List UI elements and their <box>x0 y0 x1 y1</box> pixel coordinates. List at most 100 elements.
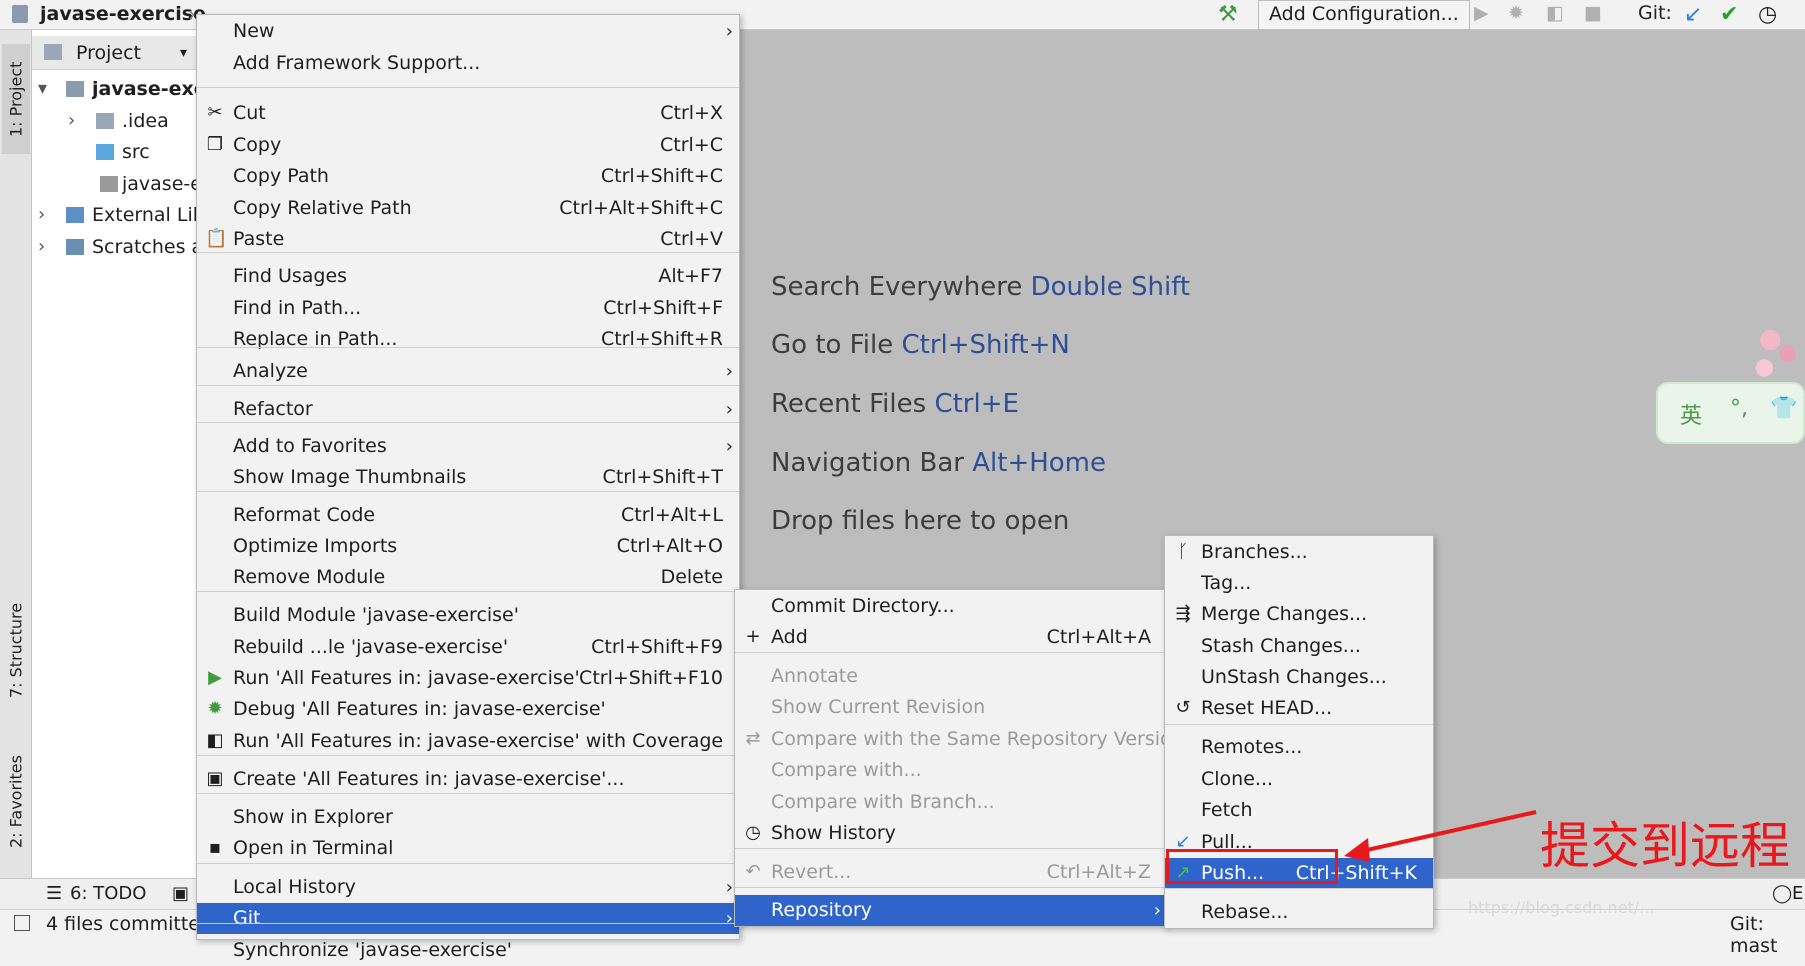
ctx-item-find-usages[interactable]: Find Usages Alt+F7 <box>197 261 739 292</box>
git-item-show-history[interactable]: ◷ Show History <box>735 818 1167 849</box>
chevron-down-icon[interactable]: ▾ <box>180 36 187 70</box>
folder-icon <box>66 207 84 223</box>
show-history-icon: ◷ <box>745 822 761 843</box>
menu-item-label: Analyze <box>233 360 308 382</box>
stop-icon[interactable]: ■ <box>1584 2 1602 26</box>
repo-item-tag[interactable]: Tag... <box>1165 568 1433 599</box>
coverage-icon[interactable]: ◧ <box>1546 2 1564 26</box>
ime-widget[interactable]: 英 °, 👕 <box>1656 382 1805 444</box>
project-panel-header[interactable]: Project ▾ <box>32 36 196 70</box>
menu-item-label: New <box>233 20 275 42</box>
ctx-item-remove-module[interactable]: Remove Module Delete <box>197 562 739 593</box>
status-toggle-icon[interactable] <box>14 915 30 931</box>
ctx-item-show-image-thumbnails[interactable]: Show Image Thumbnails Ctrl+Shift+T <box>197 462 739 493</box>
menu-item-label: Compare with... <box>771 759 922 781</box>
ctx-item-show-in-explorer[interactable]: Show in Explorer <box>197 802 739 833</box>
event-log-icon[interactable]: ◯ <box>1772 883 1792 904</box>
menu-item-shortcut: Ctrl+Alt+Shift+C <box>559 197 723 219</box>
ime-skin-icon[interactable]: 👕 <box>1770 396 1797 421</box>
git-item-commit-directory[interactable]: Commit Directory... <box>735 591 1167 622</box>
menu-item-label: Clone... <box>1201 768 1274 790</box>
ctx-item-rebuild-le-javase-exercise[interactable]: Rebuild ...le 'javase-exercise' Ctrl+Shif… <box>197 632 739 663</box>
ctx-item-reformat-code[interactable]: Reformat Code Ctrl+Alt+L <box>197 500 739 531</box>
tree-item-src[interactable]: src <box>122 138 196 166</box>
terminal-icon[interactable]: ▣ <box>172 883 189 904</box>
chevron-right-icon: › <box>1153 900 1161 921</box>
run-icon[interactable]: ▶ <box>1474 2 1489 26</box>
git-update-icon[interactable]: ↙ <box>1684 2 1702 27</box>
tab-favorites[interactable]: 2: Favorites <box>2 742 30 862</box>
ctx-item-find-in-path[interactable]: Find in Path... Ctrl+Shift+F <box>197 293 739 324</box>
chevron-right-icon[interactable]: › <box>38 233 45 261</box>
chevron-right-icon: › <box>725 399 733 420</box>
repo-item-clone[interactable]: Clone... <box>1165 764 1433 795</box>
menu-separator <box>197 755 739 756</box>
ctx-item-git[interactable]: Git › <box>197 903 739 934</box>
build-hammer-icon[interactable]: ⚒ <box>1218 2 1238 27</box>
ctx-item-run-all-features-in-javase-exercise[interactable]: ▶ Run 'All Features in: javase-exercise' C… <box>197 663 739 694</box>
ctx-item-local-history[interactable]: Local History › <box>197 872 739 903</box>
repo-item-stash-changes[interactable]: Stash Changes... <box>1165 631 1433 662</box>
ctx-item-debug-all-features-in-javase-exercise[interactable]: ✹ Debug 'All Features in: javase-exercise… <box>197 694 739 725</box>
git-commit-icon[interactable]: ✔ <box>1720 2 1738 27</box>
tree-item-javase-e[interactable]: javase-e <box>122 170 196 198</box>
ctx-item-open-in-terminal[interactable]: ▪ Open in Terminal <box>197 833 739 864</box>
ime-language-label[interactable]: 英 <box>1680 398 1702 430</box>
ctx-item-refactor[interactable]: Refactor › <box>197 394 739 425</box>
menu-separator <box>197 252 739 253</box>
tree-item-idea[interactable]: .idea <box>122 107 196 135</box>
menu-item-label: Open in Terminal <box>233 837 394 859</box>
git-item-add[interactable]: + Add Ctrl+Alt+A <box>735 622 1167 653</box>
project-folder-icon <box>12 5 28 23</box>
annotation-arrow-icon <box>1344 810 1537 862</box>
chevron-right-icon[interactable]: › <box>38 201 45 229</box>
git-item-compare-with: Compare with... <box>735 755 1167 786</box>
menu-item-shortcut: Ctrl+X <box>660 102 723 124</box>
repo-item-unstash-changes[interactable]: UnStash Changes... <box>1165 662 1433 693</box>
tab-structure[interactable]: 7: Structure <box>2 590 30 710</box>
ime-punct-label[interactable]: °, <box>1730 396 1748 421</box>
git-branch-widget[interactable]: Git: mast <box>1730 913 1805 957</box>
ctx-item-create-all-features-in-javase-exercise[interactable]: ▣ Create 'All Features in: javase-exercis… <box>197 764 739 795</box>
git-history-icon[interactable]: ◷ <box>1758 2 1777 27</box>
add-configuration-button[interactable]: Add Configuration... <box>1258 0 1470 30</box>
menu-item-label: Add to Favorites <box>233 435 387 457</box>
ctx-item-build-module-javase-exercise[interactable]: Build Module 'javase-exercise' <box>197 600 739 631</box>
tree-item-scratches-ar[interactable]: Scratches ar <box>92 233 196 261</box>
menu-item-label: Synchronize 'javase-exercise' <box>233 939 512 961</box>
tab-project[interactable]: 1: Project <box>2 44 30 154</box>
ctx-item-run-all-features-in-javase-exercise-with-coverage[interactable]: ◧ Run 'All Features in: javase-exercise' … <box>197 726 739 757</box>
repo-item-reset-head[interactable]: ↺ Reset HEAD... <box>1165 693 1433 724</box>
ctx-item-synchronize-javase-exercise[interactable]: Synchronize 'javase-exercise' <box>197 935 739 966</box>
menu-item-label: Paste <box>233 228 285 250</box>
breadcrumb-project[interactable]: javase-exercise <box>40 3 206 25</box>
chevron-down-icon[interactable]: ▾ <box>38 75 47 103</box>
menu-item-label: Branches... <box>1201 541 1308 563</box>
ctx-item-replace-in-path[interactable]: Replace in Path... Ctrl+Shift+R <box>197 324 739 355</box>
ctx-item-new[interactable]: New › <box>197 16 739 47</box>
event-log-label[interactable]: E <box>1792 883 1803 904</box>
ctx-item-add-framework-support[interactable]: Add Framework Support... <box>197 48 739 79</box>
run-all-features-in-javase-exercise-with-coverage-icon: ◧ <box>206 730 224 751</box>
ctx-item-copy[interactable]: ❐ Copy Ctrl+C <box>197 130 739 161</box>
tree-item-external-lib[interactable]: External Lib <box>92 201 196 229</box>
project-view-title: Project <box>76 42 142 64</box>
repo-item-rebase[interactable]: Rebase... <box>1165 897 1433 928</box>
repo-item-branches[interactable]: ᚴ Branches... <box>1165 537 1433 568</box>
git-item-repository[interactable]: Repository › <box>735 895 1167 926</box>
repo-item-merge-changes[interactable]: ⇶ Merge Changes... <box>1165 599 1433 630</box>
menu-item-label: Reset HEAD... <box>1201 697 1333 719</box>
debug-icon[interactable]: ✹ <box>1508 2 1524 26</box>
chevron-right-icon[interactable]: › <box>68 107 75 135</box>
tab-todo[interactable]: 6: TODO <box>70 883 146 904</box>
ctx-item-add-to-favorites[interactable]: Add to Favorites › <box>197 431 739 462</box>
ctx-item-copy-path[interactable]: Copy Path Ctrl+Shift+C <box>197 161 739 192</box>
ctx-item-paste[interactable]: 📋 Paste Ctrl+V <box>197 224 739 255</box>
repo-item-remotes[interactable]: Remotes... <box>1165 732 1433 763</box>
chevron-right-icon: › <box>725 877 733 898</box>
tree-item-javase-exer[interactable]: javase-exer <box>92 75 196 103</box>
ctx-item-cut[interactable]: ✂ Cut Ctrl+X <box>197 98 739 129</box>
ctx-item-analyze[interactable]: Analyze › <box>197 356 739 387</box>
ctx-item-copy-relative-path[interactable]: Copy Relative Path Ctrl+Alt+Shift+C <box>197 193 739 224</box>
ctx-item-optimize-imports[interactable]: Optimize Imports Ctrl+Alt+O <box>197 531 739 562</box>
